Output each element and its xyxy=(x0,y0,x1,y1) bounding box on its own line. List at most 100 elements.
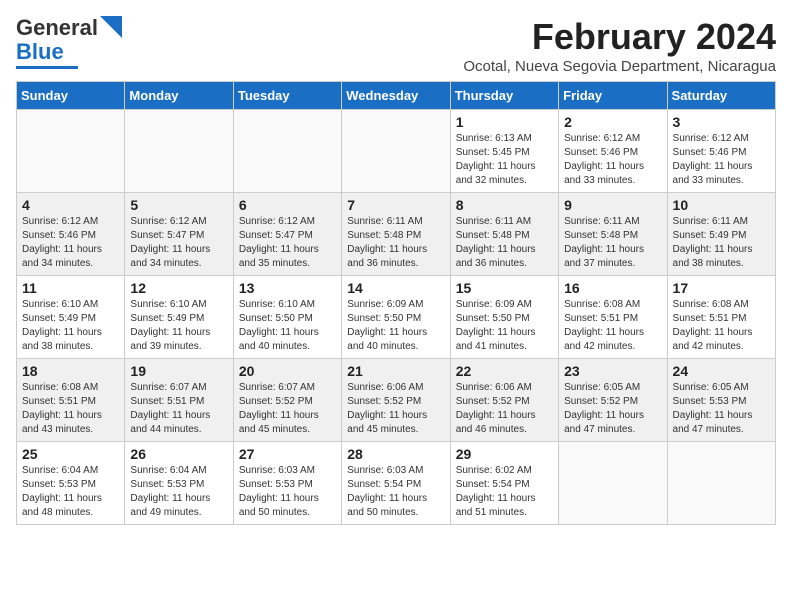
title-area: February 2024 Ocotal, Nueva Segovia Depa… xyxy=(463,16,776,75)
day-number: 12 xyxy=(130,280,227,296)
day-number: 20 xyxy=(239,363,336,379)
day-number: 18 xyxy=(22,363,119,379)
day-number: 25 xyxy=(22,446,119,462)
day-number: 11 xyxy=(22,280,119,296)
page-title: February 2024 xyxy=(463,16,776,58)
header: General Blue February 2024 Ocotal, Nueva… xyxy=(16,16,776,75)
day-info: Sunrise: 6:12 AMSunset: 5:46 PMDaylight:… xyxy=(673,132,770,188)
day-number: 22 xyxy=(456,363,553,379)
day-number: 15 xyxy=(456,280,553,296)
day-info: Sunrise: 6:13 AMSunset: 5:45 PMDaylight:… xyxy=(456,132,553,188)
weekday-header: Sunday xyxy=(17,82,125,110)
calendar-day-cell: 29 Sunrise: 6:02 AMSunset: 5:54 PMDayligh… xyxy=(450,442,558,525)
day-number: 4 xyxy=(22,197,119,213)
day-info: Sunrise: 6:05 AMSunset: 5:53 PMDaylight:… xyxy=(673,381,770,437)
day-info: Sunrise: 6:03 AMSunset: 5:53 PMDaylight:… xyxy=(239,464,336,520)
calendar-header-row: SundayMondayTuesdayWednesdayThursdayFrid… xyxy=(17,82,776,110)
day-info: Sunrise: 6:12 AMSunset: 5:46 PMDaylight:… xyxy=(564,132,661,188)
calendar-week-row: 4 Sunrise: 6:12 AMSunset: 5:46 PMDaylight… xyxy=(17,193,776,276)
logo-bar xyxy=(16,66,78,69)
day-info: Sunrise: 6:08 AMSunset: 5:51 PMDaylight:… xyxy=(564,298,661,354)
day-info: Sunrise: 6:03 AMSunset: 5:54 PMDaylight:… xyxy=(347,464,444,520)
calendar-day-cell: 21 Sunrise: 6:06 AMSunset: 5:52 PMDayligh… xyxy=(342,359,450,442)
day-number: 10 xyxy=(673,197,770,213)
logo-triangle-icon xyxy=(100,16,122,38)
calendar: SundayMondayTuesdayWednesdayThursdayFrid… xyxy=(16,81,776,525)
calendar-week-row: 11 Sunrise: 6:10 AMSunset: 5:49 PMDayligh… xyxy=(17,276,776,359)
calendar-day-cell: 20 Sunrise: 6:07 AMSunset: 5:52 PMDayligh… xyxy=(233,359,341,442)
day-number: 2 xyxy=(564,114,661,130)
day-number: 7 xyxy=(347,197,444,213)
day-info: Sunrise: 6:02 AMSunset: 5:54 PMDaylight:… xyxy=(456,464,553,520)
day-number: 23 xyxy=(564,363,661,379)
calendar-day-cell: 14 Sunrise: 6:09 AMSunset: 5:50 PMDayligh… xyxy=(342,276,450,359)
day-info: Sunrise: 6:04 AMSunset: 5:53 PMDaylight:… xyxy=(130,464,227,520)
calendar-day-cell: 5 Sunrise: 6:12 AMSunset: 5:47 PMDaylight… xyxy=(125,193,233,276)
day-number: 6 xyxy=(239,197,336,213)
calendar-week-row: 1Sunrise: 6:13 AMSunset: 5:45 PMDaylight… xyxy=(17,110,776,193)
calendar-day-cell: 3 Sunrise: 6:12 AMSunset: 5:46 PMDaylight… xyxy=(667,110,775,193)
day-info: Sunrise: 6:09 AMSunset: 5:50 PMDaylight:… xyxy=(347,298,444,354)
weekday-header: Saturday xyxy=(667,82,775,110)
logo: General Blue xyxy=(16,16,122,69)
day-number: 13 xyxy=(239,280,336,296)
day-info: Sunrise: 6:10 AMSunset: 5:49 PMDaylight:… xyxy=(22,298,119,354)
day-number: 27 xyxy=(239,446,336,462)
calendar-day-cell: 10 Sunrise: 6:11 AMSunset: 5:49 PMDayligh… xyxy=(667,193,775,276)
day-info: Sunrise: 6:09 AMSunset: 5:50 PMDaylight:… xyxy=(456,298,553,354)
day-number: 26 xyxy=(130,446,227,462)
day-info: Sunrise: 6:12 AMSunset: 5:47 PMDaylight:… xyxy=(130,215,227,271)
calendar-day-cell: 8 Sunrise: 6:11 AMSunset: 5:48 PMDaylight… xyxy=(450,193,558,276)
day-info: Sunrise: 6:11 AMSunset: 5:48 PMDaylight:… xyxy=(456,215,553,271)
calendar-day-cell: 6Sunrise: 6:12 AMSunset: 5:47 PMDaylight… xyxy=(233,193,341,276)
day-number: 14 xyxy=(347,280,444,296)
day-number: 21 xyxy=(347,363,444,379)
day-info: Sunrise: 6:07 AMSunset: 5:51 PMDaylight:… xyxy=(130,381,227,437)
calendar-day-cell: 17 Sunrise: 6:08 AMSunset: 5:51 PMDayligh… xyxy=(667,276,775,359)
calendar-day-cell xyxy=(125,110,233,193)
day-number: 19 xyxy=(130,363,227,379)
day-info: Sunrise: 6:12 AMSunset: 5:46 PMDaylight:… xyxy=(22,215,119,271)
calendar-day-cell: 19 Sunrise: 6:07 AMSunset: 5:51 PMDayligh… xyxy=(125,359,233,442)
logo-blue-text: Blue xyxy=(16,40,64,64)
calendar-day-cell: 23Sunrise: 6:05 AMSunset: 5:52 PMDayligh… xyxy=(559,359,667,442)
page-subtitle: Ocotal, Nueva Segovia Department, Nicara… xyxy=(463,58,776,75)
day-info: Sunrise: 6:06 AMSunset: 5:52 PMDaylight:… xyxy=(456,381,553,437)
logo-text: General xyxy=(16,16,98,40)
day-number: 3 xyxy=(673,114,770,130)
calendar-day-cell xyxy=(559,442,667,525)
day-number: 24 xyxy=(673,363,770,379)
calendar-week-row: 25 Sunrise: 6:04 AMSunset: 5:53 PMDayligh… xyxy=(17,442,776,525)
day-info: Sunrise: 6:10 AMSunset: 5:50 PMDaylight:… xyxy=(239,298,336,354)
day-info: Sunrise: 6:06 AMSunset: 5:52 PMDaylight:… xyxy=(347,381,444,437)
calendar-day-cell: 12 Sunrise: 6:10 AMSunset: 5:49 PMDayligh… xyxy=(125,276,233,359)
day-number: 28 xyxy=(347,446,444,462)
weekday-header: Monday xyxy=(125,82,233,110)
calendar-day-cell xyxy=(17,110,125,193)
weekday-header: Thursday xyxy=(450,82,558,110)
day-info: Sunrise: 6:08 AMSunset: 5:51 PMDaylight:… xyxy=(673,298,770,354)
weekday-header: Wednesday xyxy=(342,82,450,110)
calendar-day-cell: 26 Sunrise: 6:04 AMSunset: 5:53 PMDayligh… xyxy=(125,442,233,525)
calendar-day-cell xyxy=(667,442,775,525)
day-info: Sunrise: 6:08 AMSunset: 5:51 PMDaylight:… xyxy=(22,381,119,437)
day-number: 29 xyxy=(456,446,553,462)
day-number: 16 xyxy=(564,280,661,296)
day-number: 17 xyxy=(673,280,770,296)
day-info: Sunrise: 6:11 AMSunset: 5:49 PMDaylight:… xyxy=(673,215,770,271)
day-number: 5 xyxy=(130,197,227,213)
calendar-day-cell: 11 Sunrise: 6:10 AMSunset: 5:49 PMDayligh… xyxy=(17,276,125,359)
calendar-day-cell xyxy=(233,110,341,193)
weekday-header: Tuesday xyxy=(233,82,341,110)
calendar-day-cell: 1Sunrise: 6:13 AMSunset: 5:45 PMDaylight… xyxy=(450,110,558,193)
day-info: Sunrise: 6:10 AMSunset: 5:49 PMDaylight:… xyxy=(130,298,227,354)
calendar-day-cell: 9Sunrise: 6:11 AMSunset: 5:48 PMDaylight… xyxy=(559,193,667,276)
calendar-day-cell: 2 Sunrise: 6:12 AMSunset: 5:46 PMDaylight… xyxy=(559,110,667,193)
calendar-day-cell: 18 Sunrise: 6:08 AMSunset: 5:51 PMDayligh… xyxy=(17,359,125,442)
calendar-day-cell xyxy=(342,110,450,193)
calendar-day-cell: 28 Sunrise: 6:03 AMSunset: 5:54 PMDayligh… xyxy=(342,442,450,525)
calendar-day-cell: 4 Sunrise: 6:12 AMSunset: 5:46 PMDaylight… xyxy=(17,193,125,276)
day-number: 8 xyxy=(456,197,553,213)
day-info: Sunrise: 6:11 AMSunset: 5:48 PMDaylight:… xyxy=(347,215,444,271)
day-info: Sunrise: 6:07 AMSunset: 5:52 PMDaylight:… xyxy=(239,381,336,437)
